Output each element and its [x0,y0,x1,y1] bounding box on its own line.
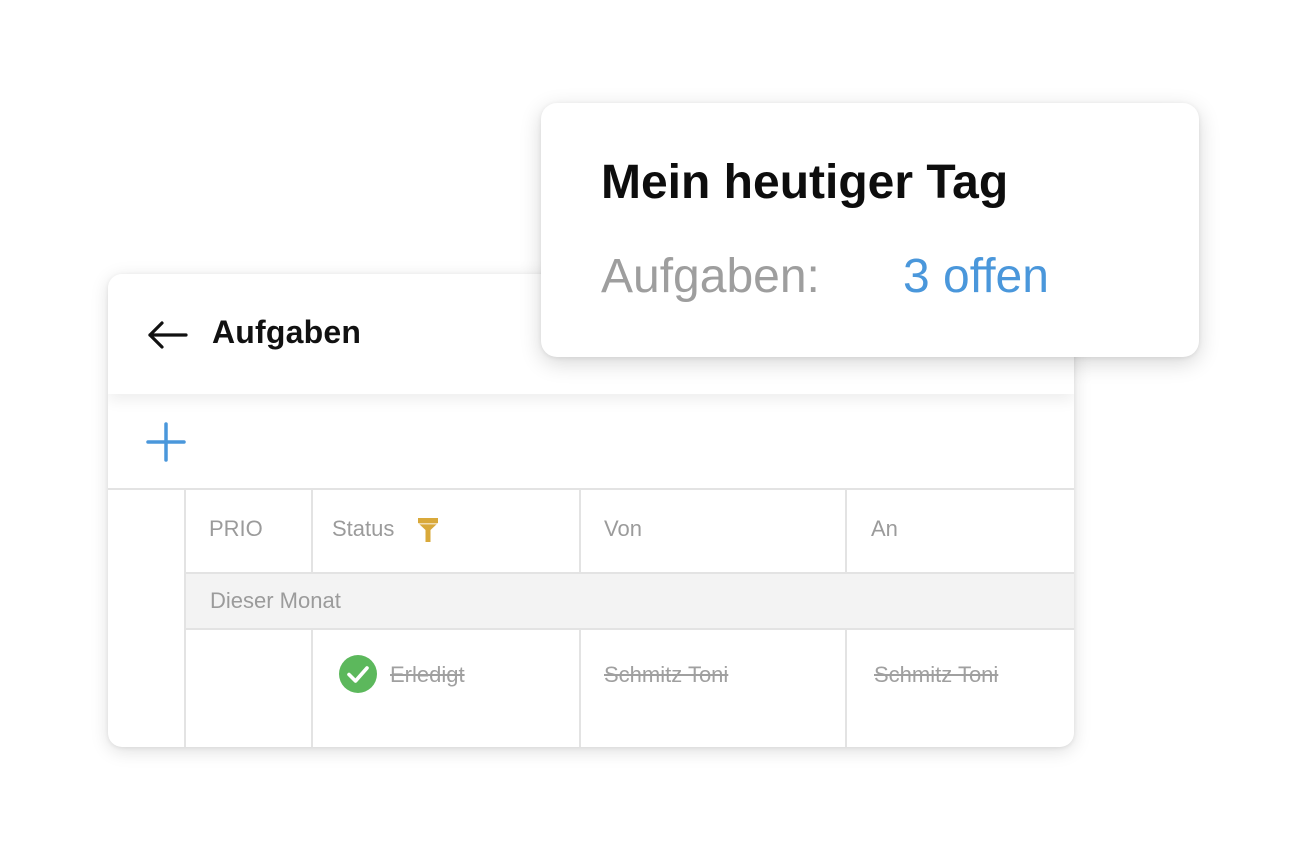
task-to[interactable]: Schmitz Toni [874,662,998,688]
row-divider [184,628,1074,630]
back-button[interactable] [146,318,190,352]
column-header-status[interactable]: Status [332,516,394,542]
page-title: Aufgaben [212,314,362,350]
task-from[interactable]: Schmitz Toni [604,662,728,688]
summary-label: Aufgaben: [601,250,820,303]
summary-title: Mein heutiger Tag [601,156,1009,209]
arrow-left-icon [148,321,188,349]
task-status[interactable]: Erledigt [390,662,465,688]
tasks-table: PRIO Status Von An Dieser Monat Erledigt… [108,488,1074,747]
filter-icon[interactable] [417,517,439,543]
add-task-button[interactable] [144,420,188,464]
open-tasks-count[interactable]: 3 offen [903,249,1049,304]
group-label: Dieser Monat [210,588,341,613]
toolbar [108,394,1074,488]
group-header[interactable]: Dieser Monat [186,574,1074,630]
today-summary-card: Mein heutiger Tag Aufgaben: 3 offen [541,103,1199,357]
column-header-prio[interactable]: PRIO [209,516,263,542]
check-circle-icon [339,655,377,693]
column-header-an[interactable]: An [871,516,898,542]
plus-icon [146,422,186,462]
column-header-von[interactable]: Von [604,516,642,542]
